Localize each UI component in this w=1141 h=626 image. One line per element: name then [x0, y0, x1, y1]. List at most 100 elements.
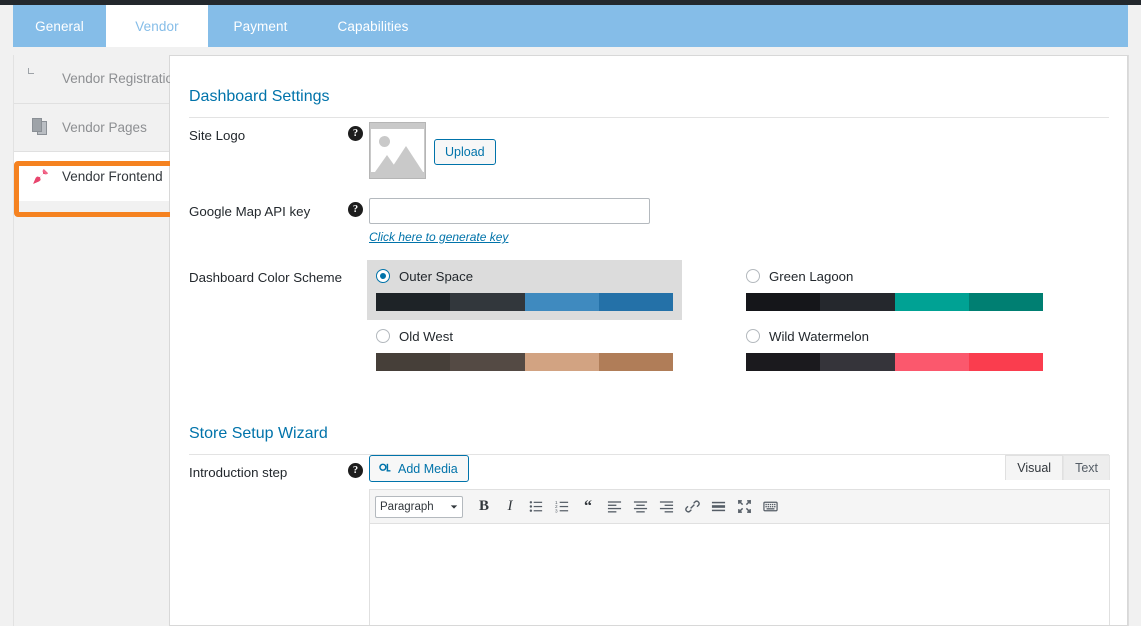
add-media-icon — [378, 462, 392, 476]
dashboard-settings-section-header: Dashboard Settings — [189, 88, 1109, 118]
swatch-old-west-3 — [524, 353, 599, 371]
tab-general-label: General — [35, 18, 84, 34]
google-map-api-key-label: Google Map API key — [189, 204, 311, 219]
editor-tab-visual-label: Visual — [1017, 461, 1052, 475]
paragraph-format-value: Paragraph — [380, 500, 434, 513]
tab-capabilities[interactable]: Capabilities — [313, 5, 433, 47]
color-scheme-option-wild-watermelon[interactable]: Wild Watermelon — [737, 320, 1052, 380]
sidebar-item-vendor-frontend[interactable]: Vendor Frontend — [14, 152, 169, 201]
document-icon — [32, 69, 49, 88]
color-scheme-option-green-lagoon[interactable]: Green Lagoon — [737, 260, 1052, 320]
introduction-step-editor: Add Media Visual Text Paragraph B I 1 2 … — [369, 455, 1110, 625]
tab-vendor-label: Vendor — [135, 18, 179, 34]
editor-container: Paragraph B I 1 2 3 “ — [369, 489, 1110, 625]
swatch-wild-watermelon-1 — [746, 353, 821, 371]
google-map-api-key-input[interactable] — [369, 198, 650, 224]
site-logo-upload-button[interactable]: Upload — [434, 139, 496, 165]
italic-icon[interactable]: I — [497, 494, 523, 520]
site-logo-label: Site Logo — [189, 128, 246, 143]
tab-payment-label: Payment — [233, 18, 288, 34]
editor-tab-visual[interactable]: Visual — [1005, 455, 1064, 480]
chevron-down-icon — [450, 504, 458, 509]
dashboard-settings-title: Dashboard Settings — [189, 88, 330, 105]
numbered-list-icon[interactable]: 1 2 3 — [549, 494, 575, 520]
paragraph-format-select[interactable]: Paragraph — [375, 495, 463, 518]
editor-content-area[interactable] — [370, 524, 1109, 625]
pages-icon — [32, 117, 49, 137]
site-logo-preview[interactable] — [369, 122, 426, 179]
swatch-bar-outer-space — [376, 293, 673, 311]
site-logo-help-icon[interactable]: ? — [348, 126, 363, 141]
tab-capabilities-label: Capabilities — [337, 18, 409, 34]
swatch-old-west-2 — [450, 353, 525, 371]
swatch-green-lagoon-4 — [968, 293, 1043, 311]
settings-tab-strip: General Vendor Payment Capabilities — [13, 5, 1128, 47]
sidebar-item-vendor-pages-label: Vendor Pages — [62, 119, 147, 135]
toolbar-toggle-icon[interactable] — [757, 494, 783, 520]
color-scheme-name-outer-space: Outer Space — [399, 268, 474, 284]
tab-payment[interactable]: Payment — [208, 5, 313, 47]
sidebar-item-vendor-registration[interactable]: Vendor Registration — [14, 55, 181, 104]
color-scheme-option-old-west[interactable]: Old West — [367, 320, 682, 380]
color-scheme-name-wild-watermelon: Wild Watermelon — [769, 328, 869, 344]
introduction-step-help-icon[interactable]: ? — [348, 463, 363, 478]
radio-outer-space[interactable] — [376, 269, 390, 283]
swatch-green-lagoon-3 — [894, 293, 969, 311]
fullscreen-icon[interactable] — [731, 494, 757, 520]
sidebar-item-vendor-registration-label: Vendor Registration — [62, 71, 181, 87]
align-right-icon[interactable] — [653, 494, 679, 520]
link-icon[interactable] — [679, 494, 705, 520]
add-media-label: Add Media — [398, 461, 458, 476]
introduction-step-label: Introduction step — [189, 465, 288, 480]
store-setup-wizard-title: Store Setup Wizard — [189, 425, 328, 442]
color-scheme-name-green-lagoon: Green Lagoon — [769, 268, 854, 284]
radio-green-lagoon[interactable] — [746, 269, 760, 283]
align-center-icon[interactable] — [627, 494, 653, 520]
dashboard-color-scheme-label: Dashboard Color Scheme — [189, 270, 342, 285]
swatch-green-lagoon-1 — [746, 293, 821, 311]
radio-old-west[interactable] — [376, 329, 390, 343]
align-left-icon[interactable] — [601, 494, 627, 520]
admin-settings-page: General Vendor Payment Capabilities Vend… — [0, 0, 1141, 626]
swatch-wild-watermelon-2 — [820, 353, 895, 371]
color-scheme-name-old-west: Old West — [399, 328, 453, 344]
swatch-wild-watermelon-3 — [894, 353, 969, 371]
swatch-old-west-1 — [376, 353, 451, 371]
swatch-bar-green-lagoon — [746, 293, 1043, 311]
swatch-old-west-4 — [598, 353, 673, 371]
sidebar-item-vendor-pages[interactable]: Vendor Pages — [14, 104, 169, 152]
bold-icon[interactable]: B — [471, 494, 497, 520]
editor-mode-tabs: Visual Text — [1005, 455, 1110, 480]
swatch-bar-old-west — [376, 353, 673, 371]
generate-key-link[interactable]: Click here to generate key — [369, 230, 508, 244]
swatch-outer-space-2 — [450, 293, 525, 311]
store-setup-wizard-section-header: Store Setup Wizard — [189, 425, 1109, 455]
tab-vendor[interactable]: Vendor — [106, 5, 208, 47]
google-map-help-icon[interactable]: ? — [348, 202, 363, 217]
site-logo-upload-label: Upload — [445, 145, 485, 159]
settings-main-panel: Dashboard Settings Site Logo ? Upload Go… — [170, 55, 1128, 626]
swatch-bar-wild-watermelon — [746, 353, 1043, 371]
editor-toolbar: Paragraph B I 1 2 3 “ — [370, 490, 1109, 524]
editor-tab-text-label: Text — [1075, 461, 1098, 475]
add-media-button[interactable]: Add Media — [369, 455, 469, 482]
sidebar-item-vendor-frontend-label: Vendor Frontend — [62, 168, 163, 184]
read-more-icon[interactable] — [705, 494, 731, 520]
svg-text:3: 3 — [555, 509, 558, 514]
swatch-outer-space-1 — [376, 293, 451, 311]
swatch-green-lagoon-2 — [820, 293, 895, 311]
radio-wild-watermelon[interactable] — [746, 329, 760, 343]
swatch-outer-space-3 — [524, 293, 599, 311]
tab-general[interactable]: General — [13, 5, 106, 47]
blockquote-icon[interactable]: “ — [575, 494, 601, 520]
editor-tab-text[interactable]: Text — [1063, 455, 1110, 480]
color-scheme-option-outer-space[interactable]: Outer Space — [367, 260, 682, 320]
pushpin-icon — [32, 167, 49, 186]
page-body: Vendor Registration Vendor Pages Vendor … — [13, 55, 1128, 626]
swatch-outer-space-4 — [598, 293, 673, 311]
swatch-wild-watermelon-4 — [968, 353, 1043, 371]
image-placeholder-icon — [371, 129, 424, 172]
page-scrollbar[interactable] — [1128, 55, 1141, 626]
bulleted-list-icon[interactable] — [523, 494, 549, 520]
settings-sidebar: Vendor Registration Vendor Pages Vendor … — [13, 55, 181, 626]
